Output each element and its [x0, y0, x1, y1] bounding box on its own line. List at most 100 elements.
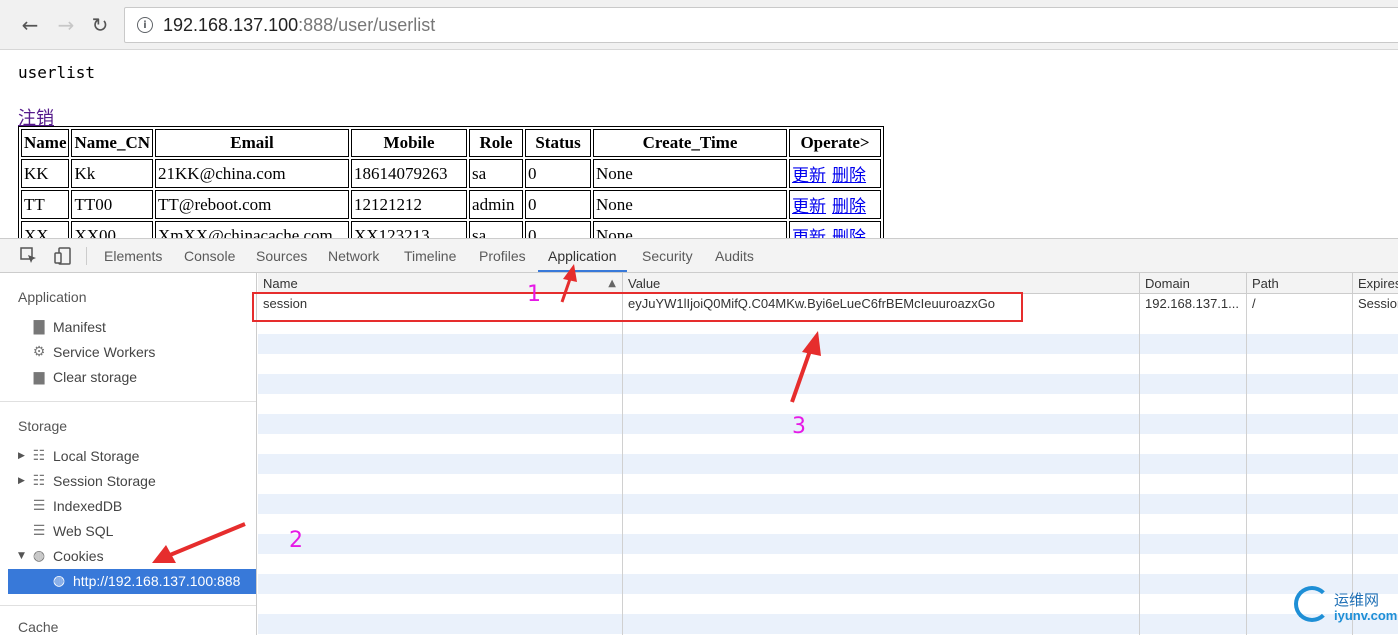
- column-header: Operate>: [789, 129, 882, 157]
- address-bar[interactable]: i 192.168.137.100:888/user/userlist: [124, 7, 1398, 43]
- cell-email: 21KK@china.com: [155, 159, 350, 188]
- trash-icon: ▆: [33, 369, 45, 385]
- empty-row: [258, 614, 1398, 634]
- annotation-number-3: 3: [792, 414, 806, 439]
- collapse-triangle-icon[interactable]: ▼: [18, 544, 30, 569]
- empty-row: [258, 494, 1398, 514]
- sidebar-item-web-sql[interactable]: ☰ Web SQL: [18, 519, 114, 544]
- column-header-domain[interactable]: Domain: [1140, 273, 1247, 294]
- forward-arrow-icon[interactable]: →: [53, 12, 79, 38]
- url-text[interactable]: 192.168.137.100:888/user/userlist: [163, 15, 435, 36]
- sidebar-item-clear-storage[interactable]: ▆ Clear storage: [18, 365, 137, 390]
- cookie-icon: ◍: [32, 548, 46, 564]
- sidebar-item-local-storage[interactable]: ▶ ☷ Local Storage: [18, 444, 139, 469]
- delete-link[interactable]: 删除: [832, 166, 866, 185]
- tab-profiles[interactable]: Profiles: [469, 239, 536, 272]
- cell-name: XX: [21, 221, 70, 238]
- watermark-logo: 运维网 iyunv.com: [1294, 586, 1398, 630]
- column-divider: [622, 273, 623, 635]
- cell-email: XmXX@chinacache.com: [155, 221, 350, 238]
- application-section-header: Application: [18, 289, 87, 305]
- cell-mobile: XX123213: [351, 221, 468, 238]
- info-icon[interactable]: i: [137, 17, 153, 33]
- delete-link[interactable]: 删除: [832, 228, 866, 238]
- cookies-table: Name ▲ Value Domain Path Expires session …: [258, 273, 1398, 635]
- column-divider: [1246, 273, 1247, 635]
- watermark-cn: 运维网: [1334, 591, 1380, 609]
- grid-icon: ☷: [32, 448, 46, 464]
- column-header: Mobile: [351, 129, 468, 157]
- application-sidebar: Application ▇ Manifest ⚙ Service Workers ▆…: [0, 273, 257, 635]
- web-page: userlist 注销 Name Name_CN Email Mobile Ro…: [0, 51, 1398, 238]
- column-divider: [1139, 273, 1140, 635]
- column-header: Role: [469, 129, 524, 157]
- storage-section-header: Storage: [18, 418, 68, 434]
- cell-create-time: None: [593, 190, 788, 219]
- sidebar-item-session-storage[interactable]: ▶ ☷ Session Storage: [18, 469, 156, 494]
- column-header: Email: [155, 129, 350, 157]
- cell-create-time: None: [593, 221, 788, 238]
- reload-icon[interactable]: ↻: [87, 12, 113, 38]
- watermark-en: iyunv.com: [1334, 608, 1398, 623]
- browser-toolbar: ← → ↻ i 192.168.137.100:888/user/userlis…: [0, 0, 1398, 50]
- grid-icon: ☷: [32, 473, 46, 489]
- tab-network[interactable]: Network: [318, 239, 389, 272]
- table-row: XX XX00 XmXX@chinacache.com XX123213 sa …: [21, 221, 882, 238]
- tab-console[interactable]: Console: [174, 239, 245, 272]
- sidebar-item-label: Session Storage: [53, 473, 156, 489]
- tab-elements[interactable]: Elements: [94, 239, 172, 272]
- column-header-expires[interactable]: Expires: [1353, 273, 1398, 294]
- sidebar-item-manifest[interactable]: ▇ Manifest: [18, 315, 106, 340]
- tab-timeline[interactable]: Timeline: [394, 239, 466, 272]
- cell-operate: 更新 删除: [789, 190, 882, 219]
- sidebar-item-label: Service Workers: [53, 344, 156, 360]
- expand-triangle-icon[interactable]: ▶: [18, 469, 30, 494]
- sidebar-item-label: Clear storage: [53, 369, 138, 385]
- column-header-value[interactable]: Value: [623, 273, 1140, 294]
- cookie-icon: ◍: [52, 573, 66, 589]
- cell-name-cn: Kk: [71, 159, 154, 188]
- sidebar-item-cookie-origin[interactable]: ◍ http://192.168.137.100:888: [8, 569, 256, 594]
- column-header-name[interactable]: Name ▲: [258, 273, 623, 294]
- column-header: Create_Time: [593, 129, 788, 157]
- tab-sources[interactable]: Sources: [246, 239, 317, 272]
- sort-ascending-icon[interactable]: ▲: [608, 273, 616, 294]
- cell-email: TT@reboot.com: [155, 190, 350, 219]
- cell-mobile: 18614079263: [351, 159, 468, 188]
- back-arrow-icon[interactable]: ←: [17, 12, 43, 38]
- empty-row: [258, 414, 1398, 434]
- expand-triangle-icon[interactable]: ▶: [18, 444, 30, 469]
- empty-row: [258, 454, 1398, 474]
- update-link[interactable]: 更新: [792, 228, 826, 238]
- database-icon: ☰: [32, 523, 46, 539]
- cell-name-cn: TT00: [71, 190, 154, 219]
- page-title: userlist: [18, 63, 96, 82]
- cell-role: sa: [469, 159, 524, 188]
- device-mode-icon[interactable]: [54, 247, 72, 265]
- empty-row: [258, 374, 1398, 394]
- column-header-path[interactable]: Path: [1247, 273, 1353, 294]
- update-link[interactable]: 更新: [792, 197, 826, 216]
- empty-row: [258, 334, 1398, 354]
- tab-security[interactable]: Security: [632, 239, 703, 272]
- cell-name: TT: [21, 190, 70, 219]
- annotation-number-1: 1: [527, 282, 541, 307]
- update-link[interactable]: 更新: [792, 166, 826, 185]
- sidebar-item-service-workers[interactable]: ⚙ Service Workers: [18, 340, 156, 365]
- sidebar-item-label: Local Storage: [53, 448, 140, 464]
- cell-status: 0: [525, 159, 592, 188]
- annotation-number-2: 2: [289, 528, 303, 553]
- column-header-label: Name: [263, 276, 298, 291]
- sidebar-item-indexeddb[interactable]: ☰ IndexedDB: [18, 494, 123, 519]
- tab-audits[interactable]: Audits: [705, 239, 764, 272]
- sidebar-item-cookies[interactable]: ▼ ◍ Cookies: [18, 544, 104, 569]
- delete-link[interactable]: 删除: [832, 197, 866, 216]
- column-header: Status: [525, 129, 592, 157]
- empty-row: [258, 534, 1398, 554]
- tab-application[interactable]: Application: [538, 239, 627, 272]
- url-host: 192.168.137.100: [163, 14, 299, 35]
- url-path: :888/user/userlist: [298, 14, 436, 35]
- cell-operate: 更新 删除: [789, 221, 882, 238]
- logo-ring-icon: [1294, 586, 1330, 622]
- inspect-element-icon[interactable]: [20, 247, 38, 265]
